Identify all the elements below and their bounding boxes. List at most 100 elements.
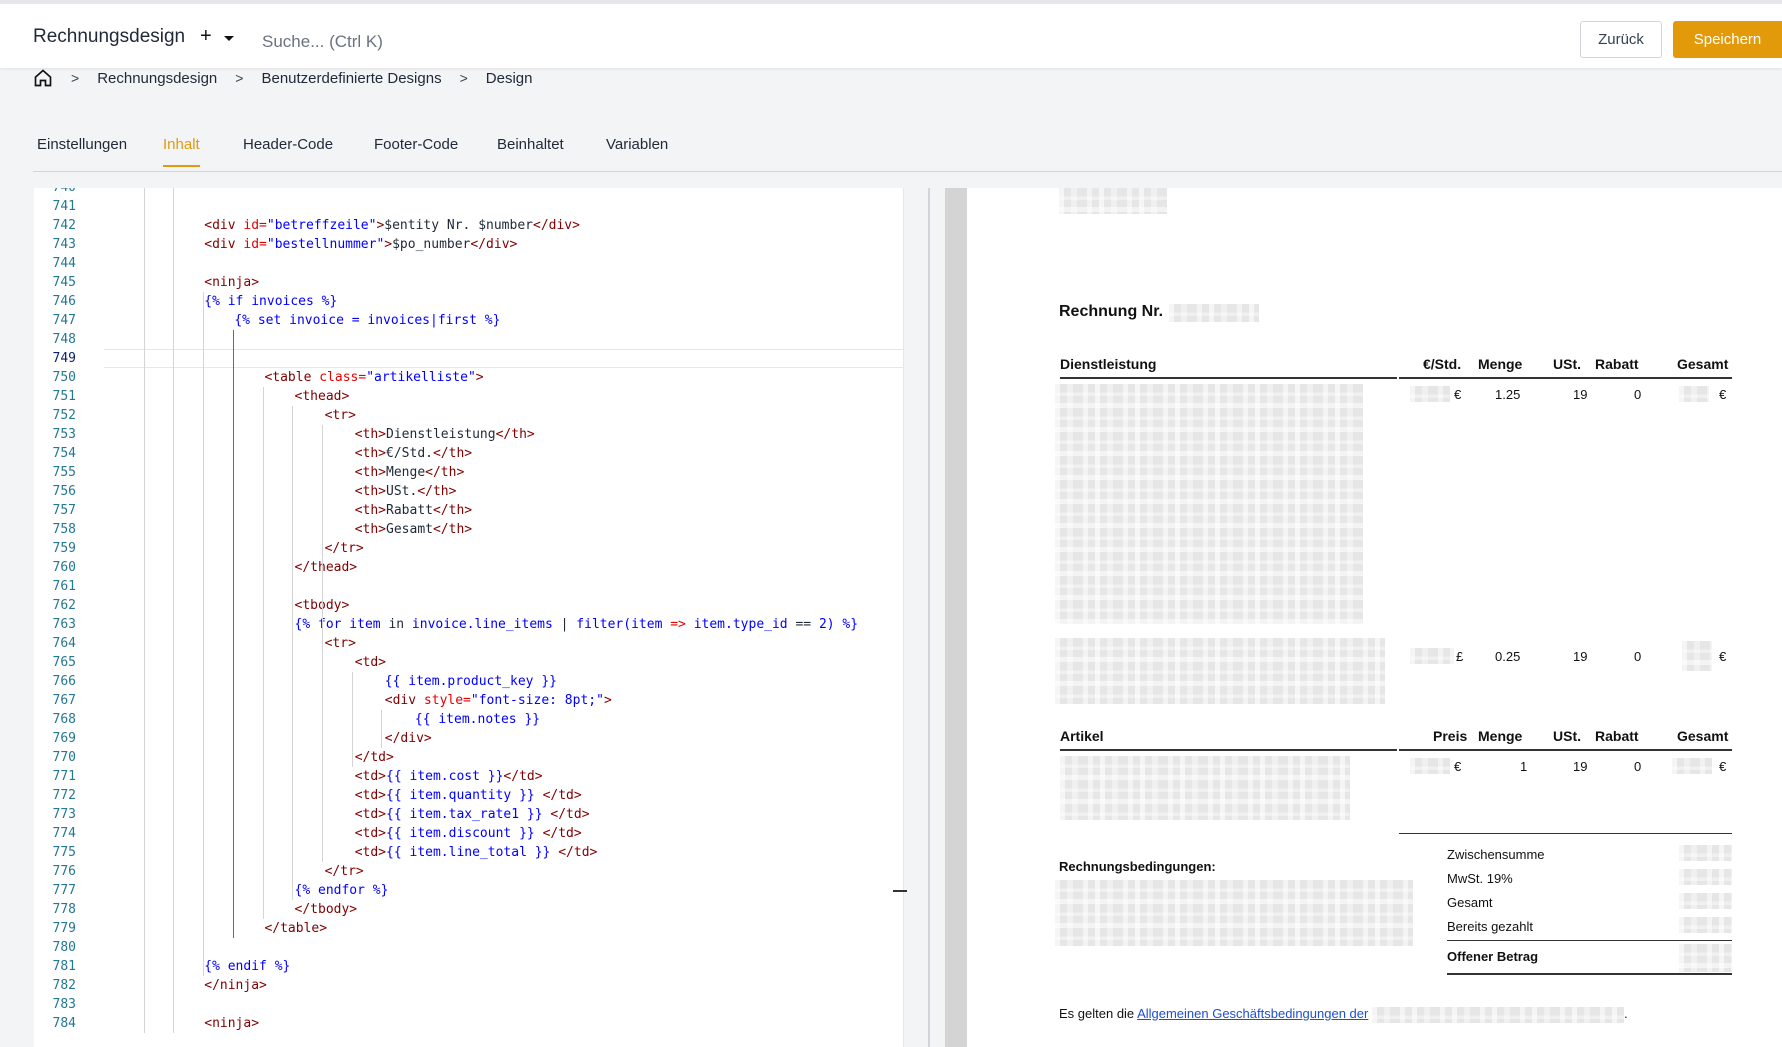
line-number: 778: [52, 902, 76, 917]
code-line[interactable]: {% for item in invoice.line_items | filt…: [104, 615, 911, 634]
logo-placeholder: [1059, 188, 1167, 214]
row-tax: 19: [1573, 387, 1588, 402]
code-line[interactable]: </div>: [104, 729, 911, 748]
code-line[interactable]: <ninja>: [104, 1014, 911, 1033]
code-line[interactable]: <td>{{ item.discount }} </td>: [104, 824, 911, 843]
line-number: 768: [52, 712, 76, 727]
code-line[interactable]: </tr>: [104, 539, 911, 558]
code-line[interactable]: <td>: [104, 653, 911, 672]
quick-add-button[interactable]: +: [200, 26, 234, 46]
code-line[interactable]: <td>{{ item.cost }}</td>: [104, 767, 911, 786]
code-line[interactable]: <tr>: [104, 634, 911, 653]
row-rate-currency: €: [1454, 387, 1462, 402]
code-line[interactable]: <td>{{ item.line_total }} </td>: [104, 843, 911, 862]
line-number: 765: [52, 655, 76, 670]
code-line[interactable]: <ninja>: [104, 273, 911, 292]
line-number: 758: [52, 522, 76, 537]
code-line[interactable]: </table>: [104, 919, 911, 938]
code-line[interactable]: [104, 349, 911, 368]
code-line[interactable]: <table class="artikelliste">: [104, 368, 911, 387]
chevron-right-icon: >: [459, 70, 468, 86]
scroll-position-marker: [893, 890, 907, 892]
chevron-right-icon: >: [71, 70, 80, 86]
code-line[interactable]: <div id="bestellnummer">$po_number</div>: [104, 235, 911, 254]
code-line[interactable]: {% endif %}: [104, 957, 911, 976]
code-line[interactable]: {{ item.product_key }}: [104, 672, 911, 691]
code-line[interactable]: <th>USt.</th>: [104, 482, 911, 501]
code-line[interactable]: </tbody>: [104, 900, 911, 919]
code-line[interactable]: </ninja>: [104, 976, 911, 995]
chevron-down-icon: [224, 36, 234, 41]
breadcrumb-item-custom-designs[interactable]: Benutzerdefinierte Designs: [261, 70, 441, 87]
code-line[interactable]: <th>Gesamt</th>: [104, 520, 911, 539]
code-line[interactable]: <tbody>: [104, 596, 911, 615]
search-input[interactable]: [262, 28, 562, 56]
breadcrumb-item-design[interactable]: Design: [486, 70, 533, 87]
indent-guide: [292, 406, 294, 900]
tab-footer-code[interactable]: Footer-Code: [374, 136, 458, 165]
code-line[interactable]: {% set invoice = invoices|first %}: [104, 311, 911, 330]
paid-label: Bereits gezahlt: [1447, 919, 1533, 934]
code-line[interactable]: [104, 197, 911, 216]
breadcrumb-item-invoice-design[interactable]: Rechnungsdesign: [97, 70, 217, 87]
line-number: 756: [52, 484, 76, 499]
balance-label: Offener Betrag: [1447, 949, 1539, 964]
line-number: 741: [52, 199, 76, 214]
code-line[interactable]: <th>Menge</th>: [104, 463, 911, 482]
breadcrumb: > Rechnungsdesign > Benutzerdefinierte D…: [33, 66, 532, 90]
line-number: 774: [52, 826, 76, 841]
total-amount-redacted: [1679, 893, 1732, 909]
code-line[interactable]: [104, 330, 911, 349]
code-line[interactable]: <th>€/Std.</th>: [104, 444, 911, 463]
line-number: 760: [52, 560, 76, 575]
code-line[interactable]: <th>Rabatt</th>: [104, 501, 911, 520]
balance-redacted: [1679, 944, 1732, 972]
code-line[interactable]: <thead>: [104, 387, 911, 406]
code-line[interactable]: [104, 254, 911, 273]
terms-label: Rechnungsbedingungen:: [1059, 859, 1216, 874]
tab-includes[interactable]: Beinhaltet: [497, 136, 564, 165]
code-editor[interactable]: 740 741 742 743 744 745 746 747 748 749 750 751 752 7…: [34, 188, 911, 1047]
pane-divider[interactable]: [928, 188, 930, 1047]
col-tax: USt.: [1553, 728, 1581, 744]
rate-redacted: [1410, 648, 1454, 664]
line-number: 781: [52, 959, 76, 974]
code-line[interactable]: <div id="betreffzeile">$entity Nr. $numb…: [104, 216, 911, 235]
code-line[interactable]: <th>Dienstleistung</th>: [104, 425, 911, 444]
table-header-underline: [1399, 749, 1732, 751]
tab-content[interactable]: Inhalt: [163, 136, 200, 167]
terms-link[interactable]: Allgemeinen Geschäftsbedingungen der: [1137, 1006, 1368, 1021]
code-area[interactable]: <div id="betreffzeile">$entity Nr. $numb…: [104, 188, 911, 1047]
line-number: 743: [52, 237, 76, 252]
code-line[interactable]: </thead>: [104, 558, 911, 577]
back-button[interactable]: Zurück: [1580, 21, 1662, 58]
code-line[interactable]: [104, 188, 911, 197]
code-line[interactable]: {{ item.notes }}: [104, 710, 911, 729]
code-line[interactable]: [104, 577, 911, 596]
code-line[interactable]: </td>: [104, 748, 911, 767]
indent-guide: [143, 188, 145, 1033]
code-line[interactable]: <div style="font-size: 8pt;">: [104, 691, 911, 710]
editor-scrollbar[interactable]: [903, 188, 913, 1047]
code-line[interactable]: [104, 938, 911, 957]
balance-underline: [1447, 973, 1732, 976]
tab-variables[interactable]: Variablen: [606, 136, 668, 165]
code-line[interactable]: {% if invoices %}: [104, 292, 911, 311]
tab-header-code[interactable]: Header-Code: [243, 136, 333, 165]
rate-redacted: [1410, 386, 1450, 402]
line-number: 766: [52, 674, 76, 689]
col-discount: Rabatt: [1595, 356, 1639, 372]
code-line[interactable]: <tr>: [104, 406, 911, 425]
indent-guide: [232, 330, 234, 938]
indent-guide: [351, 672, 353, 767]
code-line[interactable]: <td>{{ item.tax_rate1 }} </td>: [104, 805, 911, 824]
row-price-currency: €: [1454, 759, 1462, 774]
save-button[interactable]: Speichern: [1673, 21, 1782, 58]
code-line[interactable]: <td>{{ item.quantity }} </td>: [104, 786, 911, 805]
tab-settings[interactable]: Einstellungen: [37, 136, 127, 165]
line-number: 761: [52, 579, 76, 594]
code-line[interactable]: {% endfor %}: [104, 881, 911, 900]
home-icon[interactable]: [33, 68, 53, 88]
code-line[interactable]: </tr>: [104, 862, 911, 881]
code-line[interactable]: [104, 995, 911, 1014]
